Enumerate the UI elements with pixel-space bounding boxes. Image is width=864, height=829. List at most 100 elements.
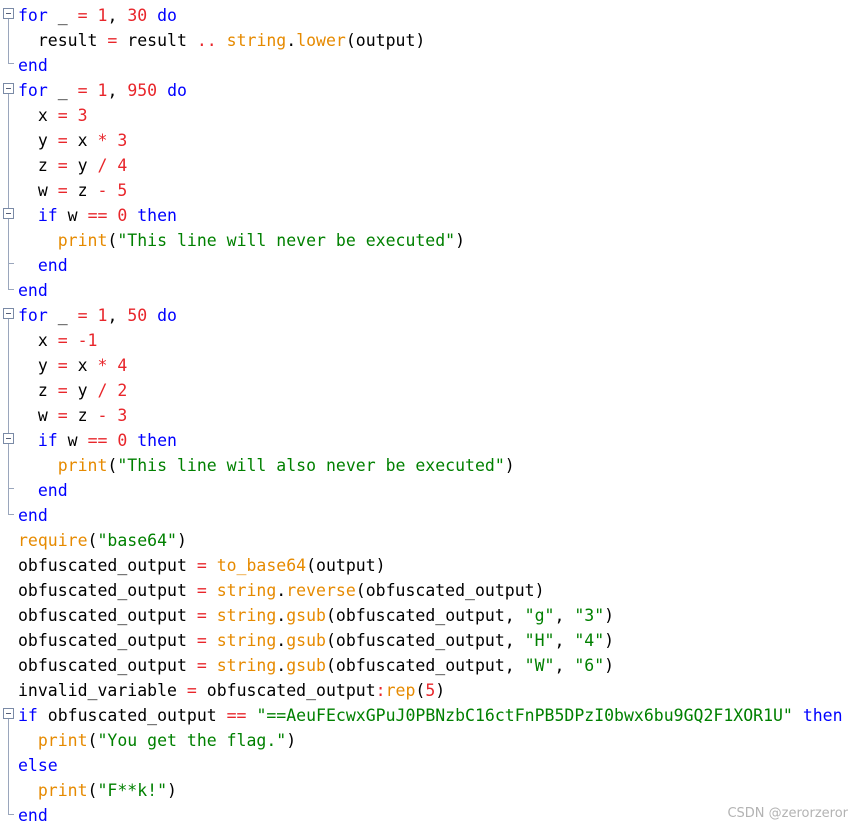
text-token: x [67,356,98,375]
operator-token: / [97,381,108,400]
text-token: , [107,6,128,25]
code-line[interactable]: y = x * 3 [18,128,843,153]
text-token: ) [176,531,187,550]
code-line[interactable]: y = x * 4 [18,353,843,378]
code-line[interactable]: print("You get the flag.") [18,728,843,753]
fold-toggle-icon[interactable] [3,8,14,19]
text-token: (obfuscated_output, [325,606,525,625]
string-token: "3" [574,606,605,625]
fold-toggle-icon[interactable] [3,433,14,444]
code-line[interactable]: for _ = 1, 950 do [18,78,843,103]
function-token: gsub [286,656,326,675]
text-token: y [18,356,58,375]
code-line[interactable]: end [18,803,843,828]
function-token: require [18,531,88,550]
fold-end-marker [8,263,14,264]
code-line[interactable]: z = y / 2 [18,378,843,403]
keyword-token: do [157,306,177,325]
code-line[interactable]: for _ = 1, 50 do [18,303,843,328]
text-token: ( [415,681,426,700]
string-token: "W" [524,656,555,675]
code-line[interactable]: obfuscated_output = string.gsub(obfuscat… [18,653,843,678]
code-line[interactable]: if w == 0 then [18,428,843,453]
code-line[interactable]: if obfuscated_output == "==AeuFEcwxGPuJ0… [18,703,843,728]
code-line[interactable]: print("F**k!") [18,778,843,803]
code-line[interactable]: z = y / 4 [18,153,843,178]
code-editor[interactable]: for _ = 1, 30 do result = result .. stri… [0,0,864,829]
operator-token: / [97,156,108,175]
keyword-token: end [18,506,48,525]
operator-token: == [87,206,108,225]
text-token: z [67,181,98,200]
text-token: ) [167,781,177,800]
text-token: obfuscated_output [18,556,197,575]
code-line[interactable]: w = z - 5 [18,178,843,203]
operator-token: : [375,681,386,700]
function-token: reverse [286,581,356,600]
code-line[interactable]: result = result .. string.lower(output) [18,28,843,53]
code-line[interactable]: end [18,253,843,278]
code-line[interactable]: obfuscated_output = string.gsub(obfuscat… [18,603,843,628]
code-line[interactable]: x = 3 [18,103,843,128]
fold-end-marker [8,514,14,515]
function-token: string [216,631,277,650]
fold-end-marker [8,63,14,64]
operator-token: = [196,656,207,675]
fold-toggle-icon[interactable] [3,708,14,719]
text-token: ( [107,231,118,250]
code-line[interactable]: w = z - 3 [18,403,843,428]
text-token: x [67,131,98,150]
string-token: "==AeuFEcwxGPuJ0PBNzbC16ctFnPB5DPzI0bwx6… [256,706,793,725]
number-token: 3 [117,406,128,425]
text-token: (obfuscated_output, [325,631,525,650]
string-token: "6" [574,656,605,675]
code-line[interactable]: end [18,478,843,503]
operator-token: = [186,681,197,700]
code-line[interactable]: obfuscated_output = string.reverse(obfus… [18,578,843,603]
text-token: . [276,581,287,600]
text-token: . [276,631,287,650]
code-line[interactable]: obfuscated_output = string.gsub(obfuscat… [18,628,843,653]
code-line[interactable]: require("base64") [18,528,843,553]
fold-toggle-icon[interactable] [3,83,14,94]
code-line[interactable]: obfuscated_output = to_base64(output) [18,553,843,578]
operator-token: * [97,356,108,375]
function-token: print [57,456,108,475]
code-area[interactable]: for _ = 1, 30 do result = result .. stri… [18,3,843,828]
operator-token: = [57,156,68,175]
code-line[interactable]: invalid_variable = obfuscated_output:rep… [18,678,843,703]
code-line[interactable]: end [18,278,843,303]
code-line[interactable]: for _ = 1, 30 do [18,3,843,28]
code-line[interactable]: else [18,753,843,778]
keyword-token: do [157,6,177,25]
function-token: string [216,606,277,625]
operator-token: = [196,581,207,600]
keyword-token: if [37,431,58,450]
keyword-token: if [37,206,58,225]
fold-toggle-icon[interactable] [3,308,14,319]
code-line[interactable]: print("This line will never be executed"… [18,228,843,253]
code-line[interactable]: end [18,53,843,78]
watermark: CSDN @zerorzeror [727,806,848,821]
code-line[interactable]: print("This line will also never be exec… [18,453,843,478]
code-line[interactable]: x = -1 [18,328,843,353]
operator-token: = [107,31,118,50]
text-token: invalid_variable [18,681,187,700]
string-token: "base64" [97,531,177,550]
code-line[interactable]: end [18,503,843,528]
number-token: 3 [77,106,88,125]
text-token: , [554,606,575,625]
number-token: 1 [97,81,108,100]
fold-toggle-icon[interactable] [3,208,14,219]
code-line[interactable]: if w == 0 then [18,203,843,228]
